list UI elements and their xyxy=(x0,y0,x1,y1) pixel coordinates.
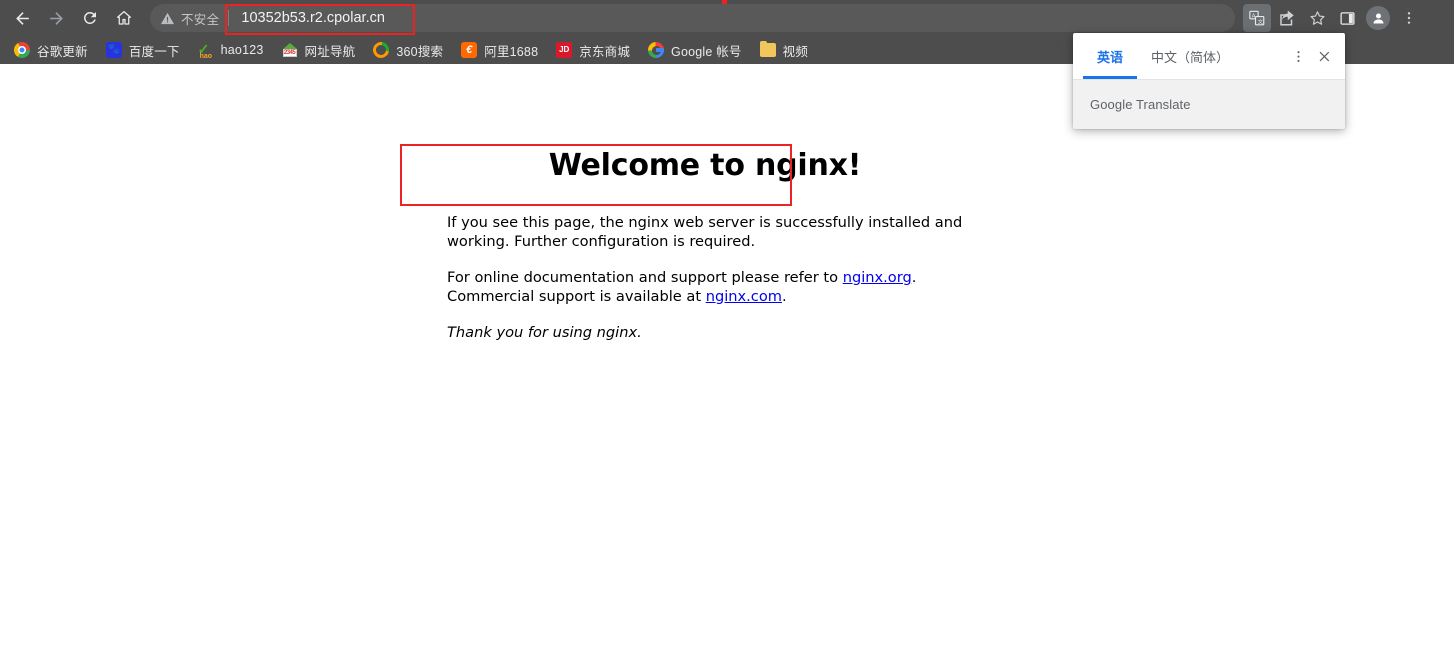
warning-triangle-icon xyxy=(160,12,175,24)
security-label: 不安全 xyxy=(181,12,220,27)
folder-icon xyxy=(759,41,776,58)
back-arrow-icon xyxy=(15,11,29,25)
translate-tab-target[interactable]: 中文（简体） xyxy=(1137,33,1243,79)
profile-avatar[interactable] xyxy=(1366,6,1390,30)
bookmark-google-account[interactable]: Google 帐号 xyxy=(644,39,750,61)
annotation-tick-mark xyxy=(722,0,727,4)
bookmark-2345-nav[interactable]: 2345 网址导航 xyxy=(278,39,364,61)
360-icon xyxy=(370,38,393,62)
chrome-menu-button[interactable] xyxy=(1395,4,1423,32)
reload-icon xyxy=(83,11,96,24)
url-input[interactable]: 10352b53.r2.cpolar.cn xyxy=(229,9,1235,27)
bookmark-baidu[interactable]: 🐾 百度一下 xyxy=(102,39,188,61)
nginx-com-link[interactable]: nginx.com xyxy=(706,288,782,305)
kebab-menu-icon xyxy=(1296,50,1300,62)
home-icon xyxy=(116,10,132,25)
close-icon xyxy=(1319,51,1329,61)
nginx-default-page: Welcome to nginx! If you see this page, … xyxy=(447,148,967,361)
nginx-org-link[interactable]: nginx.org xyxy=(843,269,912,286)
translate-icon: A 文 xyxy=(1249,10,1265,26)
translate-icon-button[interactable]: A 文 xyxy=(1243,4,1271,32)
bookmark-label: 京东商城 xyxy=(579,44,631,59)
bookmark-label: 360搜索 xyxy=(396,44,444,59)
translate-tab-source[interactable]: 英语 xyxy=(1083,33,1138,79)
intro-paragraph: If you see this page, the nginx web serv… xyxy=(447,214,963,250)
bookmark-star-button[interactable] xyxy=(1303,4,1331,32)
bookmark-google-update[interactable]: 谷歌更新 xyxy=(10,39,96,61)
browser-toolbar: 不安全 10352b53.r2.cpolar.cn A 文 xyxy=(0,0,1454,36)
site-security-chip[interactable]: 不安全 xyxy=(160,9,228,28)
toolbar-actions: A 文 xyxy=(1243,4,1423,32)
bookmark-label: Google 帐号 xyxy=(671,44,742,59)
bookmark-folder-videos[interactable]: 视频 xyxy=(756,39,816,61)
home-button[interactable] xyxy=(110,4,138,32)
docs-text-pre: For online documentation and support ple… xyxy=(447,269,843,286)
translate-options-button[interactable] xyxy=(1285,43,1311,69)
chrome-icon xyxy=(14,42,30,58)
bookmark-hao123[interactable]: ✓ hao hao123 xyxy=(194,39,272,61)
translate-tabs: 英语 中文（简体） xyxy=(1073,33,1345,80)
translate-close-button[interactable] xyxy=(1311,43,1337,69)
bookmark-label: hao123 xyxy=(220,43,264,57)
kebab-menu-icon xyxy=(1407,12,1411,24)
translate-footer-text: Google Translate xyxy=(1090,97,1191,112)
side-panel-button[interactable] xyxy=(1333,4,1361,32)
google-icon xyxy=(648,42,665,58)
side-panel-icon xyxy=(1339,11,1355,25)
alibaba-icon: € xyxy=(461,42,478,58)
bookmark-label: 谷歌更新 xyxy=(37,44,88,59)
page-viewport: Welcome to nginx! If you see this page, … xyxy=(0,64,1454,646)
2345-icon: 2345 xyxy=(282,42,298,58)
jd-icon: JD xyxy=(556,42,573,58)
bookmark-label: 阿里1688 xyxy=(484,44,539,59)
bookmark-jd-mall[interactable]: JD 京东商城 xyxy=(552,39,638,61)
translate-footer: Google Translate xyxy=(1073,80,1345,129)
url-text: 10352b53.r2.cpolar.cn xyxy=(241,10,385,26)
docs-paragraph: For online documentation and support ple… xyxy=(447,269,967,306)
bookmark-label: 网址导航 xyxy=(304,44,356,59)
translate-popup: 英语 中文（简体） Google Translate xyxy=(1073,33,1345,129)
back-button[interactable] xyxy=(8,4,36,32)
bookmark-360-search[interactable]: 360搜索 xyxy=(369,38,451,62)
bookmark-label: 视频 xyxy=(782,44,809,59)
forward-arrow-icon xyxy=(49,11,63,25)
address-bar[interactable]: 不安全 10352b53.r2.cpolar.cn xyxy=(150,4,1235,32)
forward-button[interactable] xyxy=(42,4,70,32)
share-button[interactable] xyxy=(1273,4,1301,32)
docs-text-post: . xyxy=(781,287,787,305)
bookmark-star-icon xyxy=(1309,10,1325,25)
bookmark-alibaba-1688[interactable]: € 阿里1688 xyxy=(457,39,546,61)
bookmark-label: 百度一下 xyxy=(128,44,180,59)
share-icon xyxy=(1280,10,1294,26)
person-icon xyxy=(1373,13,1383,23)
baidu-icon: 🐾 xyxy=(105,42,122,58)
reload-button[interactable] xyxy=(76,4,104,32)
page-title: Welcome to nginx! xyxy=(548,148,862,183)
thanks-paragraph: Thank you for using nginx. xyxy=(447,324,642,341)
hao123-icon: ✓ hao xyxy=(197,41,213,60)
